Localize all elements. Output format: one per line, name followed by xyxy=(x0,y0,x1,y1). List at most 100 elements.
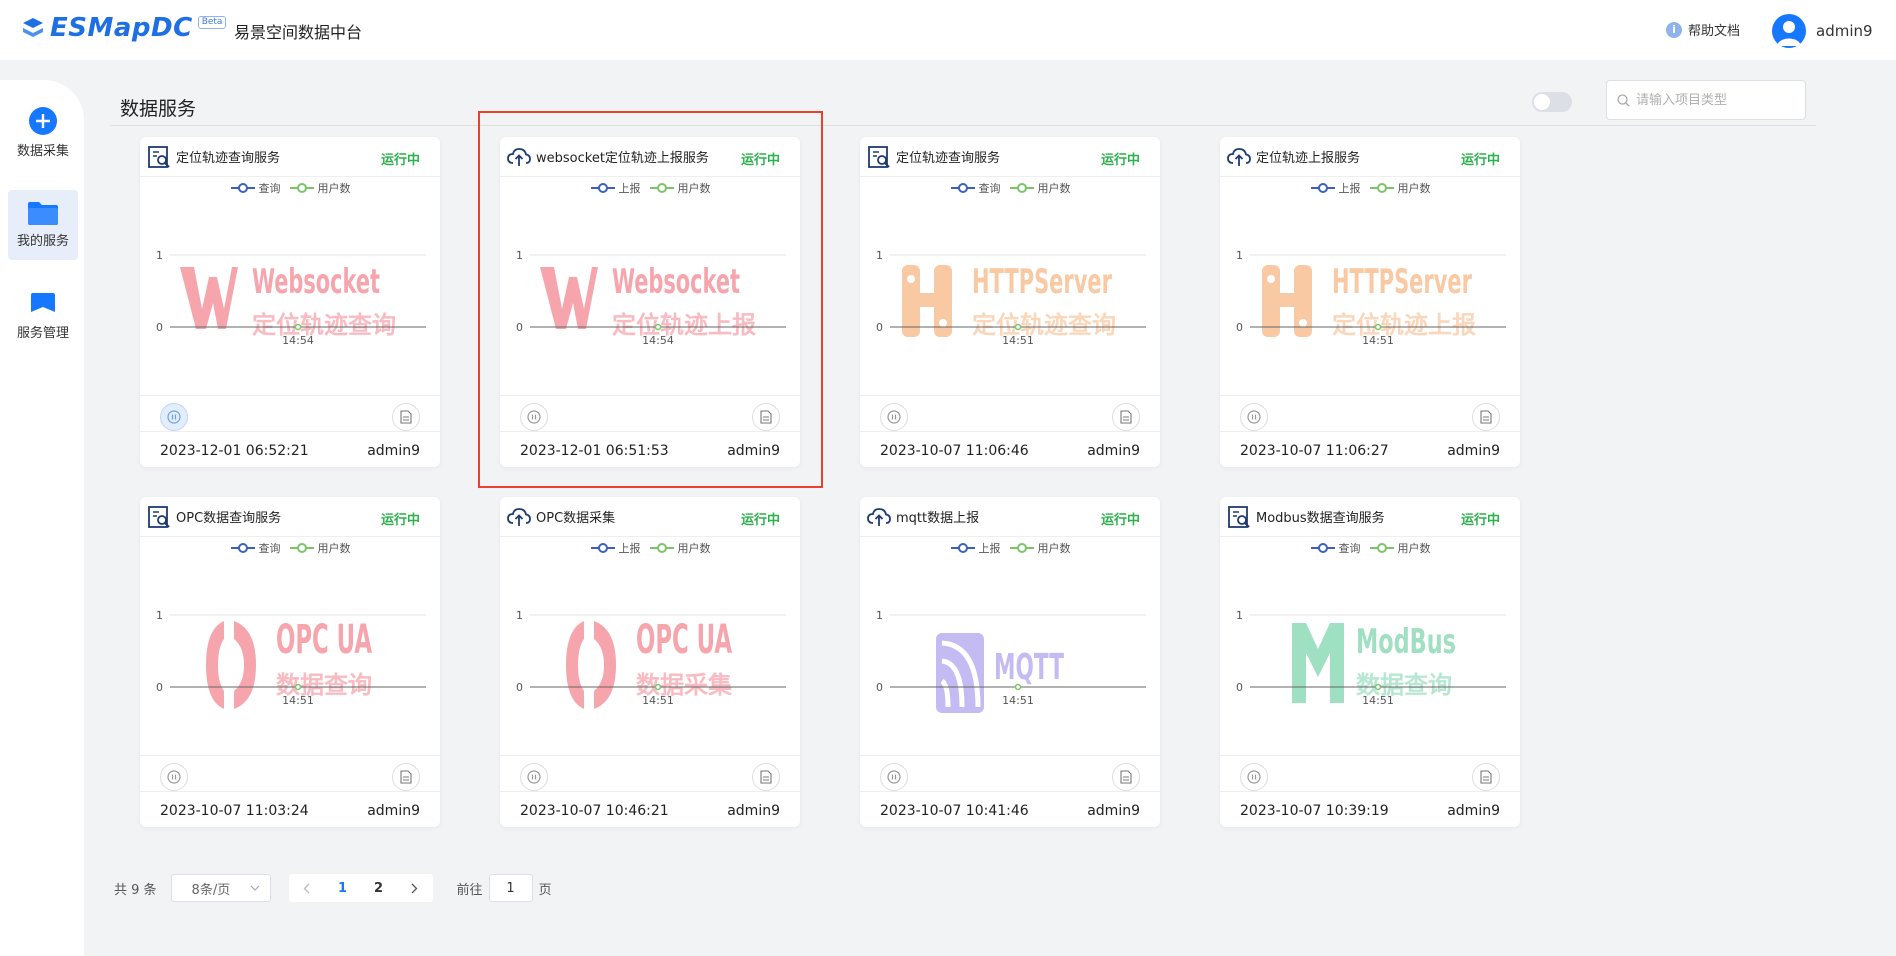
service-name[interactable]: websocket定位轨迹上报服务 xyxy=(536,147,709,166)
data-point[interactable] xyxy=(1014,323,1022,331)
service-card[interactable]: 定位轨迹查询服务 运行中 查询 用户数 HTTPServer 定位轨迹查询 1 0 14:51 2… xyxy=(860,137,1160,467)
pause-button[interactable] xyxy=(1240,403,1268,431)
divider xyxy=(140,431,440,432)
document-button[interactable] xyxy=(752,763,780,791)
service-name[interactable]: mqtt数据上报 xyxy=(896,507,979,526)
sidebar-item-data-collection[interactable]: 数据采集 xyxy=(8,106,78,168)
legend-item-requests[interactable]: 上报 xyxy=(950,540,1001,556)
pause-icon xyxy=(167,410,181,424)
sidebar-item-my-services[interactable]: 我的服务 xyxy=(8,190,78,260)
data-point[interactable] xyxy=(1014,683,1022,691)
page-1-button[interactable]: 1 xyxy=(325,874,361,902)
watermark-title: HTTPServer xyxy=(972,262,1113,302)
document-button[interactable] xyxy=(392,763,420,791)
owner-name: admin9 xyxy=(1447,443,1500,459)
legend-line-marker xyxy=(649,183,674,193)
data-point[interactable] xyxy=(1374,323,1382,331)
opc-ua-logo xyxy=(566,621,616,709)
service-card[interactable]: 定位轨迹查询服务 运行中 查询 用户数 Websocket 定位轨迹查询 1 0 14:54 20… xyxy=(140,137,440,467)
legend-item-users[interactable]: 用户数 xyxy=(289,180,351,196)
service-card[interactable]: OPC数据采集 运行中 上报 用户数 OPC UA 数据采集 1 0 14:51 2023-10-… xyxy=(500,497,800,827)
pause-button[interactable] xyxy=(160,763,188,791)
document-button[interactable] xyxy=(1112,763,1140,791)
legend-label: 查询 xyxy=(258,542,281,555)
y-tick-label: 1 xyxy=(156,249,163,262)
view-toggle[interactable] xyxy=(1532,92,1572,112)
pause-button[interactable] xyxy=(160,403,188,431)
legend-label: 用户数 xyxy=(1037,542,1071,555)
divider xyxy=(1220,791,1520,792)
goto-page-input[interactable] xyxy=(488,874,533,902)
search-input[interactable] xyxy=(1636,92,1796,108)
divider xyxy=(1220,395,1520,396)
sidebar-item-service-management[interactable]: 服务管理 xyxy=(8,290,78,352)
prev-page-button[interactable] xyxy=(289,874,325,902)
document-button[interactable] xyxy=(752,403,780,431)
search-box[interactable] xyxy=(1606,80,1806,120)
created-date: 2023-10-07 11:06:27 xyxy=(1240,443,1389,459)
legend-item-users[interactable]: 用户数 xyxy=(1369,180,1431,196)
legend-line-marker xyxy=(950,183,975,193)
legend-item-requests[interactable]: 查询 xyxy=(230,540,281,556)
service-name[interactable]: 定位轨迹上报服务 xyxy=(1256,147,1360,166)
chevron-down-icon xyxy=(250,885,259,891)
next-page-button[interactable] xyxy=(397,874,433,902)
x-tick-label: 14:51 xyxy=(642,694,674,707)
search-icon xyxy=(1617,93,1630,106)
legend-item-requests[interactable]: 查询 xyxy=(1310,540,1361,556)
legend-item-users[interactable]: 用户数 xyxy=(289,540,351,556)
legend-item-requests[interactable]: 上报 xyxy=(590,540,641,556)
help-docs-link[interactable]: i 帮助文档 xyxy=(1666,20,1740,39)
pause-button[interactable] xyxy=(880,763,908,791)
service-name[interactable]: Modbus数据查询服务 xyxy=(1256,507,1385,526)
legend-item-users[interactable]: 用户数 xyxy=(649,180,711,196)
legend-item-requests[interactable]: 查询 xyxy=(230,180,281,196)
legend-item-requests[interactable]: 查询 xyxy=(950,180,1001,196)
service-card[interactable]: mqtt数据上报 运行中 上报 用户数 MQTT 1 0 14:51 2023-10-07 10… xyxy=(860,497,1160,827)
pause-button[interactable] xyxy=(880,403,908,431)
pause-button[interactable] xyxy=(520,403,548,431)
legend-item-users[interactable]: 用户数 xyxy=(649,540,711,556)
legend-label: 用户数 xyxy=(1397,182,1431,195)
logo[interactable]: ESMapDC Beta xyxy=(20,13,227,43)
data-point[interactable] xyxy=(654,683,662,691)
service-name[interactable]: OPC数据查询服务 xyxy=(176,507,281,526)
document-icon xyxy=(760,770,772,784)
page-title: 数据服务 xyxy=(120,98,197,120)
document-button[interactable] xyxy=(392,403,420,431)
document-button[interactable] xyxy=(1472,403,1500,431)
data-point[interactable] xyxy=(1374,683,1382,691)
data-point[interactable] xyxy=(654,323,662,331)
legend-item-users[interactable]: 用户数 xyxy=(1369,540,1431,556)
legend-item-users[interactable]: 用户数 xyxy=(1009,180,1071,196)
data-point[interactable] xyxy=(294,323,302,331)
service-card[interactable]: websocket定位轨迹上报服务 运行中 上报 用户数 Websocket 定位轨迹上报… xyxy=(500,137,800,467)
data-point[interactable] xyxy=(294,683,302,691)
watermark-title: OPC UA xyxy=(276,617,372,663)
y-tick-label: 0 xyxy=(156,321,163,334)
page-2-button[interactable]: 2 xyxy=(361,874,397,902)
pause-button[interactable] xyxy=(520,763,548,791)
created-date: 2023-10-07 10:41:46 xyxy=(880,803,1029,819)
legend-item-requests[interactable]: 上报 xyxy=(1310,180,1361,196)
legend-item-users[interactable]: 用户数 xyxy=(1009,540,1071,556)
divider xyxy=(860,791,1160,792)
document-icon xyxy=(400,410,412,424)
legend-line-marker xyxy=(950,543,975,553)
legend-item-requests[interactable]: 上报 xyxy=(590,180,641,196)
service-name[interactable]: 定位轨迹查询服务 xyxy=(176,147,280,166)
service-card[interactable]: Modbus数据查询服务 运行中 查询 用户数 ModBus 数据查询 1 0 14:51 202… xyxy=(1220,497,1520,827)
page-size-select[interactable]: 8条/页 xyxy=(170,874,271,902)
query-service-icon xyxy=(148,505,170,528)
divider xyxy=(860,755,1160,756)
document-button[interactable] xyxy=(1112,403,1140,431)
pause-button[interactable] xyxy=(1240,763,1268,791)
service-name[interactable]: 定位轨迹查询服务 xyxy=(896,147,1000,166)
legend-line-marker xyxy=(1310,543,1335,553)
service-card[interactable]: 定位轨迹上报服务 运行中 上报 用户数 HTTPServer 定位轨迹上报 1 0 14:51 2… xyxy=(1220,137,1520,467)
document-button[interactable] xyxy=(1472,763,1500,791)
service-name[interactable]: OPC数据采集 xyxy=(536,507,615,526)
user-menu[interactable]: admin9 xyxy=(1772,14,1873,48)
info-icon: i xyxy=(1666,21,1682,38)
service-card[interactable]: OPC数据查询服务 运行中 查询 用户数 OPC UA 数据查询 1 0 14:51 2023-1… xyxy=(140,497,440,827)
